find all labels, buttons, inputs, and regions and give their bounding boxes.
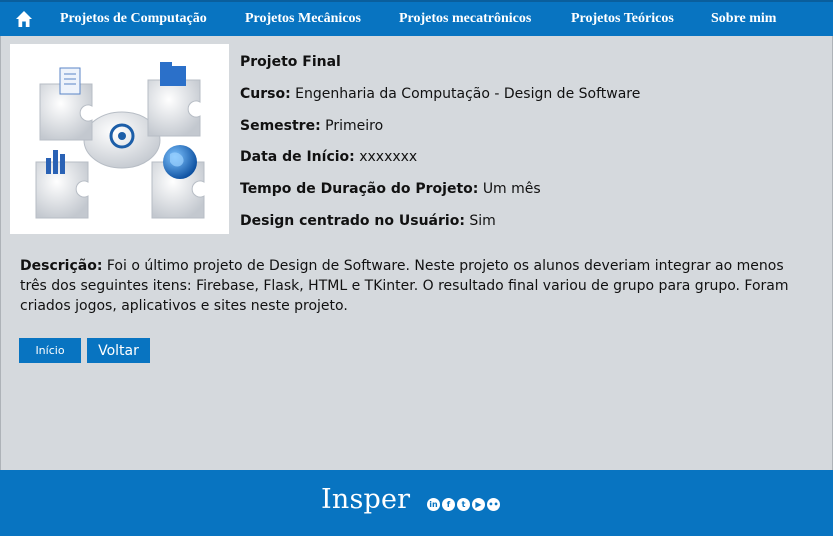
project-description: Descrição: Foi o último projeto de Desig…	[20, 258, 789, 314]
detail-user-centered: Design centrado no Usuário: Sim	[240, 213, 496, 229]
facebook-icon[interactable]: f	[442, 498, 455, 511]
back-button[interactable]: Voltar	[87, 338, 150, 363]
home-button[interactable]: Início	[19, 338, 81, 363]
brand-logo: Insper	[321, 484, 411, 515]
project-title: Projeto Final	[240, 54, 341, 70]
nav-item-teoricos[interactable]: Projetos Teóricos	[571, 2, 674, 36]
nav-item-sobre-mim[interactable]: Sobre mim	[711, 2, 776, 36]
home-icon[interactable]	[15, 10, 33, 28]
detail-start-date: Data de Início: xxxxxxx	[240, 149, 418, 165]
twitter-icon[interactable]: t	[457, 498, 470, 511]
nav-item-mecanicos[interactable]: Projetos Mecânicos	[245, 2, 361, 36]
project-image	[10, 44, 229, 234]
flickr-icon[interactable]: ••	[487, 498, 500, 511]
nav-item-computacao[interactable]: Projetos de Computação	[60, 2, 207, 36]
youtube-icon[interactable]: ▶	[472, 498, 485, 511]
detail-course: Curso: Engenharia da Computação - Design…	[240, 86, 641, 102]
detail-semester: Semestre: Primeiro	[240, 118, 384, 134]
top-nav: Projetos de Computação Projetos Mecânico…	[0, 0, 833, 36]
main-content: Projeto Final Curso: Engenharia da Compu…	[0, 36, 833, 470]
detail-duration: Tempo de Duração do Projeto: Um mês	[240, 181, 541, 197]
nav-item-mecatronicos[interactable]: Projetos mecatrônicos	[399, 2, 531, 36]
footer: Insper in f t ▶ ••	[0, 470, 833, 536]
linkedin-icon[interactable]: in	[427, 498, 440, 511]
